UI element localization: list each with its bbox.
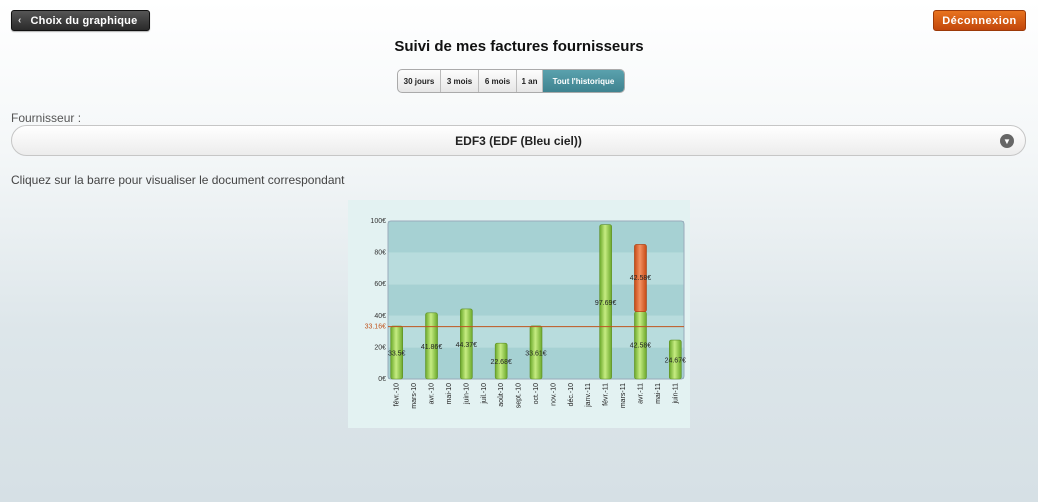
- y-tick-label: 0€: [378, 376, 386, 383]
- x-tick-label: mars-10: [411, 383, 418, 409]
- back-button-label: Choix du graphique: [30, 14, 138, 27]
- x-tick-label: févr.-11: [603, 383, 610, 406]
- bar-value-label: 33.5€: [388, 351, 406, 358]
- x-tick-label: déc.-10: [568, 383, 575, 406]
- supplier-label: Fournisseur :: [11, 111, 82, 125]
- bar-value-label: 97.69€: [595, 300, 617, 307]
- invoice-chart: 0€ 20€ 40€ 60€ 80€ 100€ 33.5€ févr.-10 mars-10 41…: [348, 200, 690, 428]
- chevron-down-icon: ▼: [1000, 134, 1014, 148]
- bar-value-label: 41.86€: [421, 344, 443, 351]
- x-tick-label: juin-10: [463, 383, 470, 405]
- supplier-selected-value: EDF3 (EDF (Bleu ciel)): [455, 133, 582, 148]
- x-tick-label: juil.-10: [481, 383, 488, 405]
- x-tick-label: oct.-10: [533, 383, 540, 405]
- x-tick-label: févr.-10: [394, 383, 401, 406]
- period-all-history[interactable]: Tout l'historique: [543, 70, 624, 92]
- x-tick-label: avr.-11: [637, 383, 644, 404]
- chart-hint-text: Cliquez sur la barre pour visualiser le …: [11, 173, 345, 187]
- x-tick-label: juin-11: [672, 383, 679, 405]
- x-tick-label: mai-11: [655, 383, 662, 404]
- y-tick-label: 40€: [374, 313, 386, 320]
- period-1-year[interactable]: 1 an: [517, 70, 543, 92]
- x-tick-label: nov.-10: [550, 383, 557, 406]
- x-tick-label: mai-10: [446, 383, 453, 405]
- bar-value-label: 33.61€: [525, 350, 547, 357]
- back-to-chart-choice-button[interactable]: ‹ Choix du graphique: [11, 10, 150, 31]
- supplier-select[interactable]: EDF3 (EDF (Bleu ciel)) ▼: [11, 125, 1026, 156]
- chevron-left-icon: ‹: [18, 15, 22, 26]
- average-label: 33.16€: [365, 324, 387, 331]
- x-tick-label: août-10: [498, 383, 505, 407]
- bar-value-label: 42.58€: [630, 342, 652, 349]
- y-tick-label: 80€: [374, 250, 386, 257]
- page-title: Suivi de mes factures fournisseurs: [394, 38, 644, 55]
- x-tick-label: avr.-10: [429, 383, 436, 405]
- x-tick-label: mars-11: [620, 383, 627, 408]
- bar-value-label: 24.67€: [665, 358, 687, 365]
- chart-svg: 0€ 20€ 40€ 60€ 80€ 100€ 33.5€ févr.-10 mars-10 41…: [348, 200, 690, 428]
- y-tick-label: 20€: [374, 344, 386, 351]
- bar-stack-value-label: 42.58€: [630, 275, 652, 282]
- y-tick-label: 60€: [374, 281, 386, 288]
- period-30-days[interactable]: 30 jours: [398, 70, 441, 92]
- y-tick-label: 100€: [370, 218, 386, 225]
- logout-button[interactable]: Déconnexion: [933, 10, 1026, 31]
- period-3-months[interactable]: 3 mois: [441, 70, 479, 92]
- period-6-months[interactable]: 6 mois: [479, 70, 517, 92]
- bar-value-label: 22.68€: [490, 359, 512, 366]
- bar-value-label: 44.37€: [456, 342, 478, 349]
- x-tick-label: janv.-11: [585, 383, 592, 408]
- x-tick-label: sept.-10: [516, 383, 523, 408]
- period-selector: 30 jours 3 mois 6 mois 1 an Tout l'histo…: [397, 69, 625, 93]
